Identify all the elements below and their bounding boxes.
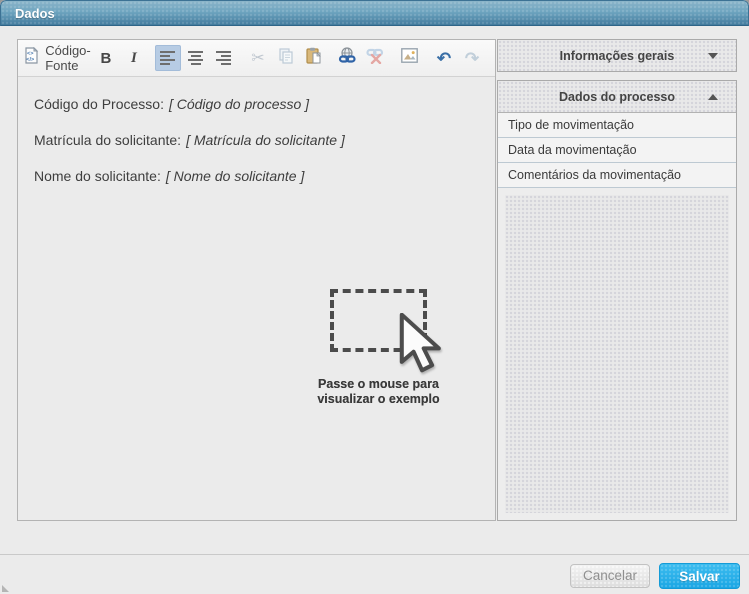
accordion-header-informacoes-gerais[interactable]: Informações gerais: [497, 39, 737, 72]
editor-toolbar: <> </> Código-Fonte B I: [18, 40, 495, 77]
sidebar-item-data-da-movimentacao[interactable]: Data da movimentação: [498, 138, 736, 163]
footer-divider: [0, 554, 749, 555]
example-caption: Passe o mouse para visualizar o exemplo: [302, 377, 455, 407]
accordion-header-dados-do-processo[interactable]: Dados do processo: [498, 81, 736, 113]
scissors-icon: ✂: [251, 48, 264, 68]
source-code-button[interactable]: <> </> Código-Fonte: [28, 45, 85, 71]
align-right-icon: [216, 51, 231, 65]
copy-button[interactable]: [273, 45, 299, 71]
source-code-icon: <> </>: [22, 47, 40, 69]
field-label: Código do Processo:: [34, 96, 164, 112]
field-label: Nome do solicitante:: [34, 168, 161, 184]
align-left-icon: [160, 51, 175, 65]
unlink-button[interactable]: [363, 45, 389, 71]
unlink-icon: [366, 47, 385, 69]
mouse-cursor-icon: [398, 313, 446, 377]
insert-image-button[interactable]: [397, 45, 423, 71]
accordion-label: Informações gerais: [560, 49, 675, 63]
copy-icon: [278, 48, 294, 69]
field-line: Matrícula do solicitante: [ Matrícula do …: [34, 131, 479, 149]
link-globe-icon: [338, 47, 357, 69]
rich-text-editor: <> </> Código-Fonte B I: [17, 39, 496, 521]
accordion-label: Dados do processo: [559, 90, 675, 104]
sidebar-empty-area: [498, 188, 736, 520]
bold-button[interactable]: B: [93, 45, 119, 71]
field-label: Matrícula do solicitante:: [34, 132, 181, 148]
field-line: Código do Processo: [ Código do processo …: [34, 95, 479, 113]
paste-button[interactable]: [301, 45, 327, 71]
accordion-section-dados-do-processo: Dados do processo Tipo de movimentação D…: [497, 80, 737, 521]
dialog-title: Dados: [15, 6, 55, 21]
align-right-button[interactable]: [211, 45, 237, 71]
field-placeholder: [ Matrícula do solicitante ]: [186, 132, 345, 148]
chevron-down-icon: [708, 53, 718, 59]
align-center-icon: [188, 51, 203, 65]
field-placeholder: [ Nome do solicitante ]: [166, 168, 305, 184]
field-line: Nome do solicitante: [ Nome do solicitant…: [34, 167, 479, 185]
redo-button[interactable]: ↷: [459, 45, 485, 71]
italic-button[interactable]: I: [121, 45, 147, 71]
sidebar-item-tipo-de-movimentacao[interactable]: Tipo de movimentação: [498, 113, 736, 138]
align-center-button[interactable]: [183, 45, 209, 71]
redo-icon: ↷: [465, 50, 479, 67]
resize-handle[interactable]: [2, 585, 9, 592]
link-button[interactable]: [335, 45, 361, 71]
undo-button[interactable]: ↶: [431, 45, 457, 71]
bold-icon: B: [101, 50, 112, 67]
cancel-button[interactable]: Cancelar: [570, 564, 650, 588]
image-icon: [401, 48, 418, 68]
clipboard-icon: [305, 47, 322, 69]
field-placeholder: [ Código do processo ]: [169, 96, 309, 112]
chevron-up-icon: [708, 94, 718, 100]
editor-content[interactable]: Código do Processo: [ Código do processo …: [18, 77, 495, 521]
italic-icon: I: [131, 50, 137, 67]
align-left-button[interactable]: [155, 45, 181, 71]
save-button[interactable]: Salvar: [659, 563, 740, 589]
source-code-label: Código-Fonte: [45, 43, 91, 73]
sidebar-item-comentarios-da-movimentacao[interactable]: Comentários da movimentação: [498, 163, 736, 188]
dialog-titlebar[interactable]: Dados: [0, 0, 749, 26]
hover-example-image[interactable]: Passe o mouse para visualizar o exemplo: [330, 289, 427, 352]
svg-text:</>: </>: [27, 57, 35, 63]
dados-dialog: Dados <> </> Código-Fonte B: [0, 0, 749, 594]
undo-icon: ↶: [437, 50, 451, 67]
cut-button[interactable]: ✂: [245, 45, 271, 71]
